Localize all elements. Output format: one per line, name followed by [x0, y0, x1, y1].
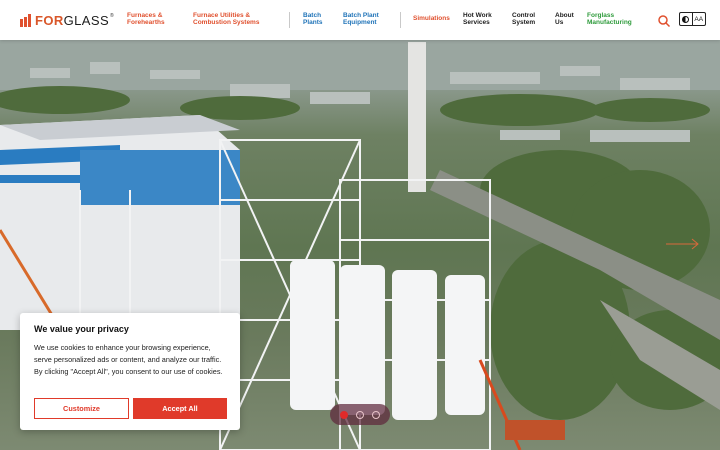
nav-batch-plants[interactable]: Batch Plants [303, 12, 323, 26]
customize-button[interactable]: Customize [34, 398, 129, 419]
nav-divider [289, 12, 290, 28]
nav-divider [400, 12, 401, 28]
nav-about-us[interactable]: About Us [555, 12, 574, 26]
nav-forglass-manufacturing[interactable]: Forglass Manufacturing [587, 12, 632, 26]
search-button[interactable] [657, 14, 671, 28]
search-icon [658, 15, 671, 28]
accept-all-button[interactable]: Accept All [133, 398, 227, 419]
flame-logo-icon [20, 14, 31, 27]
slider-dot-1[interactable] [340, 410, 348, 419]
site-header: FORGLASS ® Furnaces & Forehearths Furnace… [0, 0, 720, 40]
nav-control-system[interactable]: Control System [512, 12, 535, 26]
slider-dot-3[interactable] [372, 410, 380, 419]
nav-furnace-utilities[interactable]: Furnace Utilities & Combustion Systems [193, 12, 259, 26]
contrast-icon [682, 15, 690, 23]
text-size-toggle[interactable]: AA [693, 16, 705, 23]
cookie-description: We use cookies to enhance your browsing … [34, 343, 223, 376]
forglass-logo[interactable]: FORGLASS ® [20, 13, 114, 28]
cookie-title: We value your privacy [34, 324, 129, 334]
nav-batch-plant-equipment[interactable]: Batch Plant Equipment [343, 12, 379, 26]
nav-simulations[interactable]: Simulations [413, 15, 450, 23]
logo-text: FORGLASS [35, 13, 110, 28]
cookie-consent-dialog: We value your privacy We use cookies to … [20, 313, 240, 430]
registered-mark: ® [110, 12, 114, 19]
next-slide-arrow-icon[interactable] [666, 238, 700, 250]
slider-pagination [330, 404, 390, 425]
nav-furnaces-forehearths[interactable]: Furnaces & Forehearths [127, 12, 165, 26]
cookie-buttons: Customize Accept All [34, 398, 228, 419]
accessibility-controls: AA [679, 12, 706, 26]
slider-dot-2[interactable] [356, 410, 364, 419]
nav-hot-work-services[interactable]: Hot Work Services [463, 12, 492, 26]
contrast-toggle[interactable] [680, 13, 693, 25]
